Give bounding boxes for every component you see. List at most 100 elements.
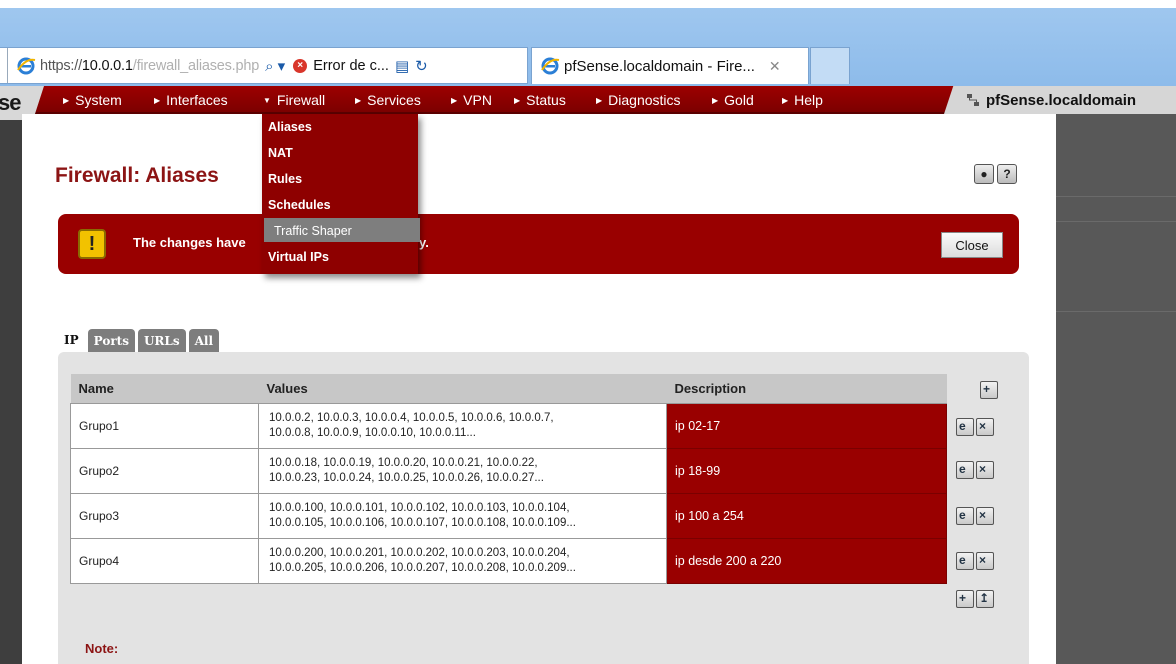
plus-icon[interactable]: + bbox=[980, 381, 998, 399]
nav-label: VPN bbox=[463, 92, 492, 108]
certificate-error-icon[interactable]: × bbox=[293, 58, 308, 73]
alert-message-tail: y. bbox=[419, 235, 429, 250]
delete-glyph: × bbox=[979, 553, 987, 567]
menu-item-aliases[interactable]: Aliases bbox=[268, 120, 312, 134]
ie-logo-icon bbox=[16, 56, 36, 76]
column-header-description: Description bbox=[666, 374, 947, 404]
nav-item-firewall[interactable]: ▼ Firewall bbox=[263, 92, 355, 108]
edit-icon[interactable]: e bbox=[956, 418, 974, 436]
tab-urls[interactable]: URLs bbox=[137, 329, 186, 353]
nav-label: Interfaces bbox=[166, 92, 228, 108]
main-nav-items: ▶ System ▶ Interfaces ▼ Firewall ▶ Services … bbox=[63, 86, 842, 114]
nav-label: Diagnostics bbox=[608, 92, 681, 108]
alias-description: ip 100 a 254 bbox=[666, 492, 947, 539]
delete-glyph: × bbox=[979, 462, 987, 476]
nav-item-system[interactable]: ▶ System bbox=[63, 92, 154, 108]
edit-icon[interactable]: e bbox=[956, 552, 974, 570]
caret-right-icon: ▶ bbox=[712, 95, 719, 105]
nav-label: Status bbox=[526, 92, 566, 108]
tab-all[interactable]: All bbox=[188, 329, 220, 353]
tab-title: pfSense.localdomain - Fire... bbox=[564, 57, 755, 75]
nav-label: Gold bbox=[724, 92, 754, 108]
header-actions: + bbox=[956, 381, 998, 399]
edit-glyph: e bbox=[959, 553, 966, 567]
nav-item-diagnostics[interactable]: ▶ Diagnostics bbox=[596, 92, 712, 108]
delete-icon[interactable]: × bbox=[976, 507, 994, 525]
nav-item-services[interactable]: ▶ Services bbox=[355, 92, 451, 108]
previous-tab-edge[interactable] bbox=[0, 48, 8, 83]
nav-item-status[interactable]: ▶ Status bbox=[514, 92, 596, 108]
tab-favicon-icon bbox=[540, 56, 560, 76]
alias-tabs: IP Ports URLs All bbox=[58, 327, 220, 353]
alias-description: ip 02-17 bbox=[666, 402, 947, 449]
tab-ip[interactable]: IP bbox=[58, 327, 85, 353]
refresh-icon[interactable]: ↻ bbox=[415, 57, 428, 75]
delete-icon[interactable]: × bbox=[976, 552, 994, 570]
url-scheme: https:// bbox=[40, 57, 82, 74]
values-line: 10.0.0.205, 10.0.0.206, 10.0.0.207, 10.0… bbox=[269, 561, 576, 574]
values-line: 10.0.0.8, 10.0.0.9, 10.0.0.10, 10.0.0.11… bbox=[269, 426, 476, 439]
close-button[interactable]: Close bbox=[941, 232, 1003, 258]
delete-icon[interactable]: × bbox=[976, 418, 994, 436]
alias-description: ip 18-99 bbox=[666, 447, 947, 494]
nav-item-vpn[interactable]: ▶ VPN bbox=[451, 92, 514, 108]
logo-text: se bbox=[0, 90, 22, 115]
delete-glyph: × bbox=[979, 508, 987, 522]
page-background-left bbox=[0, 112, 22, 664]
tab-close-icon[interactable]: ✕ bbox=[769, 58, 781, 75]
alias-values: 10.0.0.2, 10.0.0.3, 10.0.0.4, 10.0.0.5, … bbox=[258, 402, 667, 449]
nav-item-help[interactable]: ▶ Help bbox=[782, 92, 842, 108]
new-tab-button[interactable] bbox=[810, 47, 850, 84]
menu-item-rules[interactable]: Rules bbox=[268, 172, 302, 186]
browser-tab-active[interactable]: pfSense.localdomain - Fire... ✕ bbox=[531, 47, 809, 84]
values-line: 10.0.0.105, 10.0.0.106, 10.0.0.107, 10.0… bbox=[269, 516, 576, 529]
import-icon[interactable]: ↥ bbox=[976, 590, 994, 608]
delete-icon[interactable]: × bbox=[976, 461, 994, 479]
search-icon[interactable]: ⌕ ▾ bbox=[265, 57, 285, 75]
alias-name: Grupo1 bbox=[70, 402, 259, 449]
nav-item-interfaces[interactable]: ▶ Interfaces bbox=[154, 92, 263, 108]
edit-glyph: e bbox=[959, 419, 966, 433]
menu-item-traffic-shaper[interactable]: Traffic Shaper bbox=[274, 224, 352, 238]
address-bar[interactable]: https://10.0.0.1/firewall_aliases.php ⌕ … bbox=[0, 47, 528, 84]
nav-item-gold[interactable]: ▶ Gold bbox=[712, 92, 782, 108]
compat-view-icon[interactable]: ▤ bbox=[395, 57, 409, 75]
table-row[interactable]: Grupo2 10.0.0.18, 10.0.0.19, 10.0.0.20, … bbox=[70, 447, 947, 494]
plus-icon[interactable]: + bbox=[956, 590, 974, 608]
edit-glyph: e bbox=[959, 508, 966, 522]
row-actions: e × bbox=[956, 418, 994, 436]
page-background-right bbox=[1056, 86, 1176, 664]
help-icon[interactable]: ? bbox=[997, 164, 1017, 184]
table-row[interactable]: Grupo4 10.0.0.200, 10.0.0.201, 10.0.0.20… bbox=[70, 537, 947, 584]
menu-item-nat[interactable]: NAT bbox=[268, 146, 293, 160]
row-actions: e × bbox=[956, 552, 994, 570]
row-actions: e × bbox=[956, 461, 994, 479]
import-glyph: ↥ bbox=[979, 591, 990, 605]
caret-right-icon: ▶ bbox=[514, 95, 521, 105]
footer-actions: + ↥ bbox=[956, 590, 994, 608]
menu-item-schedules[interactable]: Schedules bbox=[268, 198, 331, 212]
menu-item-virtual-ips[interactable]: Virtual IPs bbox=[268, 250, 329, 264]
plus-glyph: + bbox=[959, 591, 967, 605]
hostname-tab[interactable]: pfSense.localdomain bbox=[944, 86, 1176, 114]
nav-label: Firewall bbox=[276, 92, 326, 108]
page-title: Firewall: Aliases bbox=[55, 164, 219, 187]
table-row[interactable]: Grupo3 10.0.0.100, 10.0.0.101, 10.0.0.10… bbox=[70, 492, 947, 539]
nav-label: System bbox=[75, 92, 122, 108]
tab-ports[interactable]: Ports bbox=[87, 329, 135, 353]
edit-icon[interactable]: e bbox=[956, 507, 974, 525]
log-icon[interactable]: ● bbox=[974, 164, 994, 184]
table-row[interactable]: Grupo1 10.0.0.2, 10.0.0.3, 10.0.0.4, 10.… bbox=[70, 402, 947, 449]
certificate-error-label[interactable]: Error de c... bbox=[313, 58, 389, 74]
caret-right-icon: ▶ bbox=[596, 95, 603, 105]
note-label: Note: bbox=[85, 641, 119, 656]
alias-description: ip desde 200 a 220 bbox=[666, 537, 947, 584]
nav-label: Help bbox=[794, 92, 823, 108]
caret-down-icon: ▼ bbox=[263, 95, 271, 105]
table-header-row: Name Values Description bbox=[70, 374, 947, 404]
url-text[interactable]: https://10.0.0.1/firewall_aliases.php bbox=[40, 58, 259, 74]
title-icons: ● ? bbox=[974, 164, 1017, 184]
edit-icon[interactable]: e bbox=[956, 461, 974, 479]
column-header-name: Name bbox=[70, 374, 259, 404]
column-header-values: Values bbox=[258, 374, 667, 404]
